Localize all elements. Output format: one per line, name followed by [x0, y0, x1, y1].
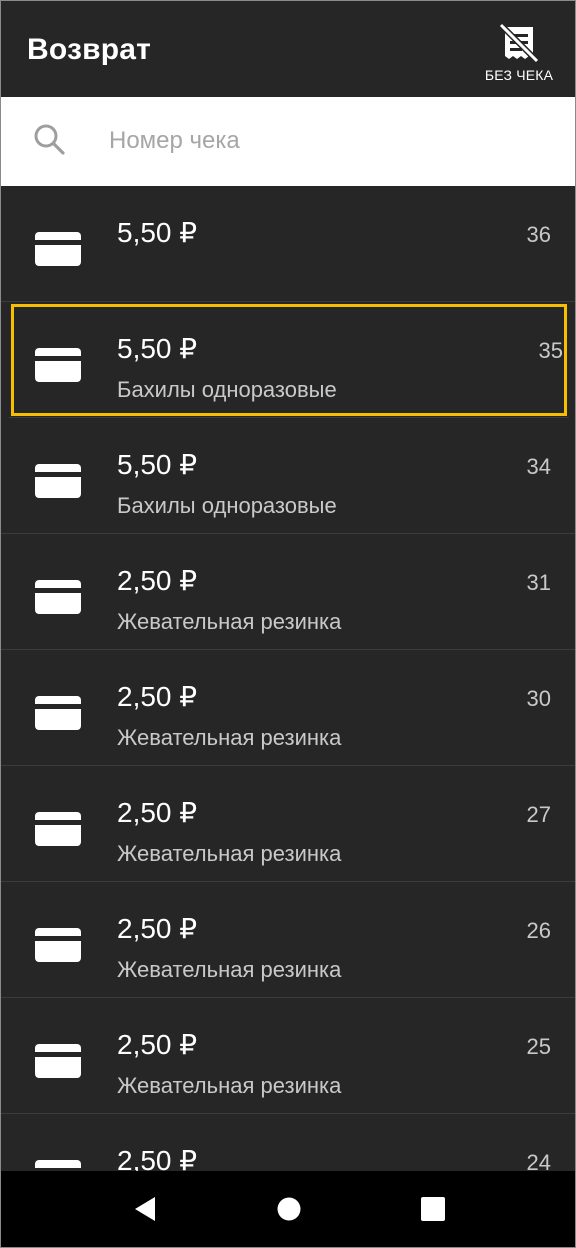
- receipt-item-name: Жевательная резинка: [117, 1073, 342, 1098]
- receipt-row-25[interactable]: 2,50 ₽ Жевательная резинка 25: [1, 998, 575, 1114]
- receipt-item-name: Бахилы одноразовые: [117, 377, 337, 402]
- receipt-crossed-icon: [498, 22, 540, 64]
- card-icon: [35, 928, 81, 962]
- no-receipt-button[interactable]: БЕЗ ЧЕКА: [477, 21, 561, 91]
- card-icon: [35, 1160, 81, 1171]
- receipt-number: 34: [526, 454, 551, 479]
- receipt-list: 5,50 ₽ 36 5,50 ₽ Бахилы одноразовые 35 5…: [1, 186, 575, 1171]
- receipt-row-27[interactable]: 2,50 ₽ Жевательная резинка 27: [1, 766, 575, 882]
- receipt-item-name: Жевательная резинка: [117, 841, 342, 866]
- receipt-number: 30: [526, 686, 551, 711]
- back-triangle-icon[interactable]: [129, 1193, 161, 1225]
- page-title: Возврат: [27, 33, 152, 66]
- receipt-number: 25: [526, 1034, 551, 1059]
- receipt-item-name: Жевательная резинка: [117, 609, 342, 634]
- receipt-number-search-input[interactable]: [109, 121, 549, 161]
- receipt-item-name: Жевательная резинка: [117, 957, 342, 982]
- receipt-amount: 2,50 ₽: [117, 681, 198, 712]
- receipt-item-name: Бахилы одноразовые: [117, 493, 337, 518]
- card-icon: [35, 348, 81, 382]
- system-navigation-bar: [1, 1171, 575, 1247]
- receipt-amount: 5,50 ₽: [117, 449, 198, 480]
- search-icon: [34, 124, 65, 155]
- receipt-number: 27: [526, 802, 551, 827]
- receipt-number: 36: [526, 222, 551, 247]
- card-icon: [35, 812, 81, 846]
- receipt-row-35-selected[interactable]: 5,50 ₽ Бахилы одноразовые 35: [9, 302, 569, 418]
- receipt-amount: 2,50 ₽: [117, 565, 198, 596]
- receipt-amount: 2,50 ₽: [117, 1029, 198, 1060]
- receipt-amount: 2,50 ₽: [117, 913, 198, 944]
- receipt-amount: 5,50 ₽: [117, 217, 198, 248]
- receipt-row-26[interactable]: 2,50 ₽ Жевательная резинка 26: [1, 882, 575, 998]
- card-icon: [35, 464, 81, 498]
- receipt-amount: 2,50 ₽: [117, 1145, 198, 1171]
- receipt-item-name: Жевательная резинка: [117, 725, 342, 750]
- recents-square-icon[interactable]: [417, 1193, 449, 1225]
- receipt-number: 35: [538, 338, 563, 363]
- receipt-number: 26: [526, 918, 551, 943]
- receipt-number: 24: [526, 1150, 551, 1171]
- home-circle-icon[interactable]: [273, 1193, 305, 1225]
- receipt-row-31[interactable]: 2,50 ₽ Жевательная резинка 31: [1, 534, 575, 650]
- phone-screen: Возврат БЕЗ ЧЕКА 5,50 ₽ 36: [0, 0, 576, 1248]
- receipt-row-36[interactable]: 5,50 ₽ 36: [1, 186, 575, 302]
- receipt-row-24[interactable]: 2,50 ₽ 24: [1, 1114, 575, 1171]
- receipt-row-30[interactable]: 2,50 ₽ Жевательная резинка 30: [1, 650, 575, 766]
- search-bar: [1, 97, 575, 186]
- card-icon: [35, 580, 81, 614]
- card-icon: [35, 696, 81, 730]
- receipt-number: 31: [526, 570, 551, 595]
- card-icon: [35, 232, 81, 266]
- card-icon: [35, 1044, 81, 1078]
- no-receipt-label: БЕЗ ЧЕКА: [484, 67, 554, 83]
- app-bar: Возврат БЕЗ ЧЕКА: [1, 1, 575, 97]
- receipt-row-34[interactable]: 5,50 ₽ Бахилы одноразовые 34: [1, 418, 575, 534]
- receipt-amount: 2,50 ₽: [117, 797, 198, 828]
- receipt-amount: 5,50 ₽: [117, 333, 198, 364]
